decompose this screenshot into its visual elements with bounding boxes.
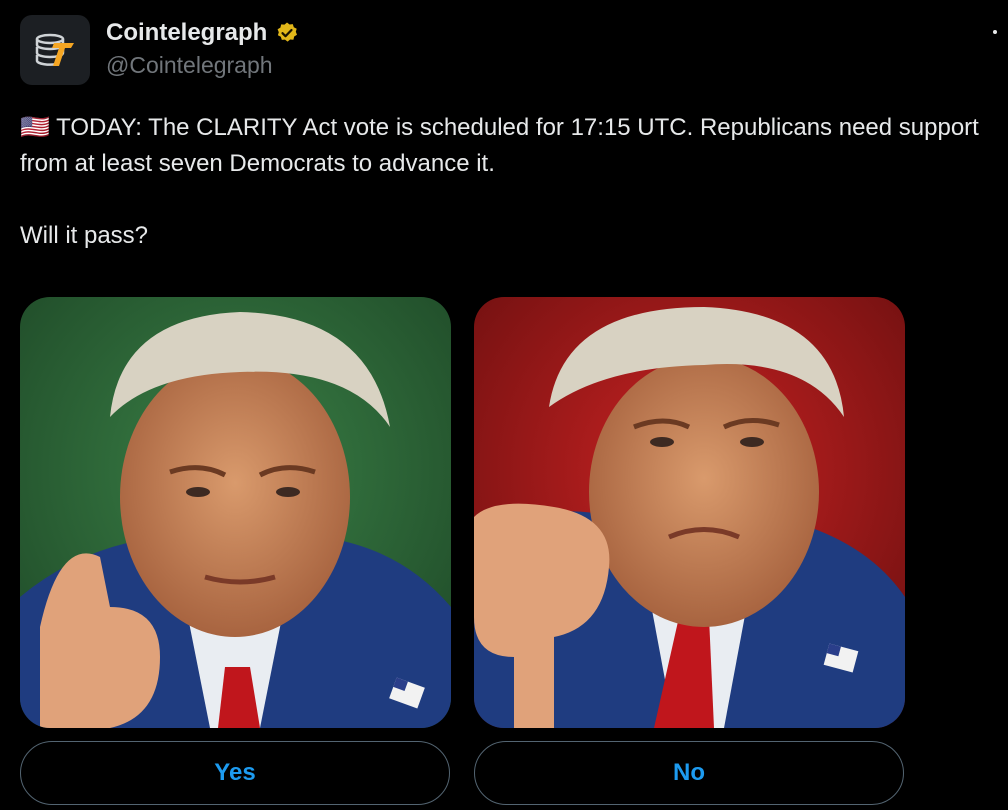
more-options-icon[interactable] — [988, 22, 1002, 42]
tweet-text: 🇺🇸 TODAY: The CLARITY Act vote is schedu… — [20, 114, 979, 249]
author-display-name[interactable]: Cointelegraph — [106, 18, 267, 48]
author-info: Cointelegraph @Cointelegraph — [106, 18, 299, 81]
thumbs-down-portrait-image — [474, 297, 905, 728]
poll-option-yes-button[interactable]: Yes — [20, 741, 450, 805]
thumbs-up-portrait-image — [20, 297, 451, 728]
avatar[interactable] — [20, 15, 90, 85]
poll-option-no-button[interactable]: No — [474, 741, 904, 805]
author-handle[interactable]: @Cointelegraph — [106, 49, 299, 81]
gold-verified-badge-icon[interactable] — [275, 21, 299, 45]
poll-option-yes-image[interactable] — [20, 297, 451, 728]
poll-option-no-image[interactable] — [474, 297, 905, 728]
tweet-card: Cointelegraph @Cointelegraph 🇺🇸 TODAY: T… — [0, 0, 1008, 810]
cointelegraph-logo-icon — [35, 33, 74, 66]
